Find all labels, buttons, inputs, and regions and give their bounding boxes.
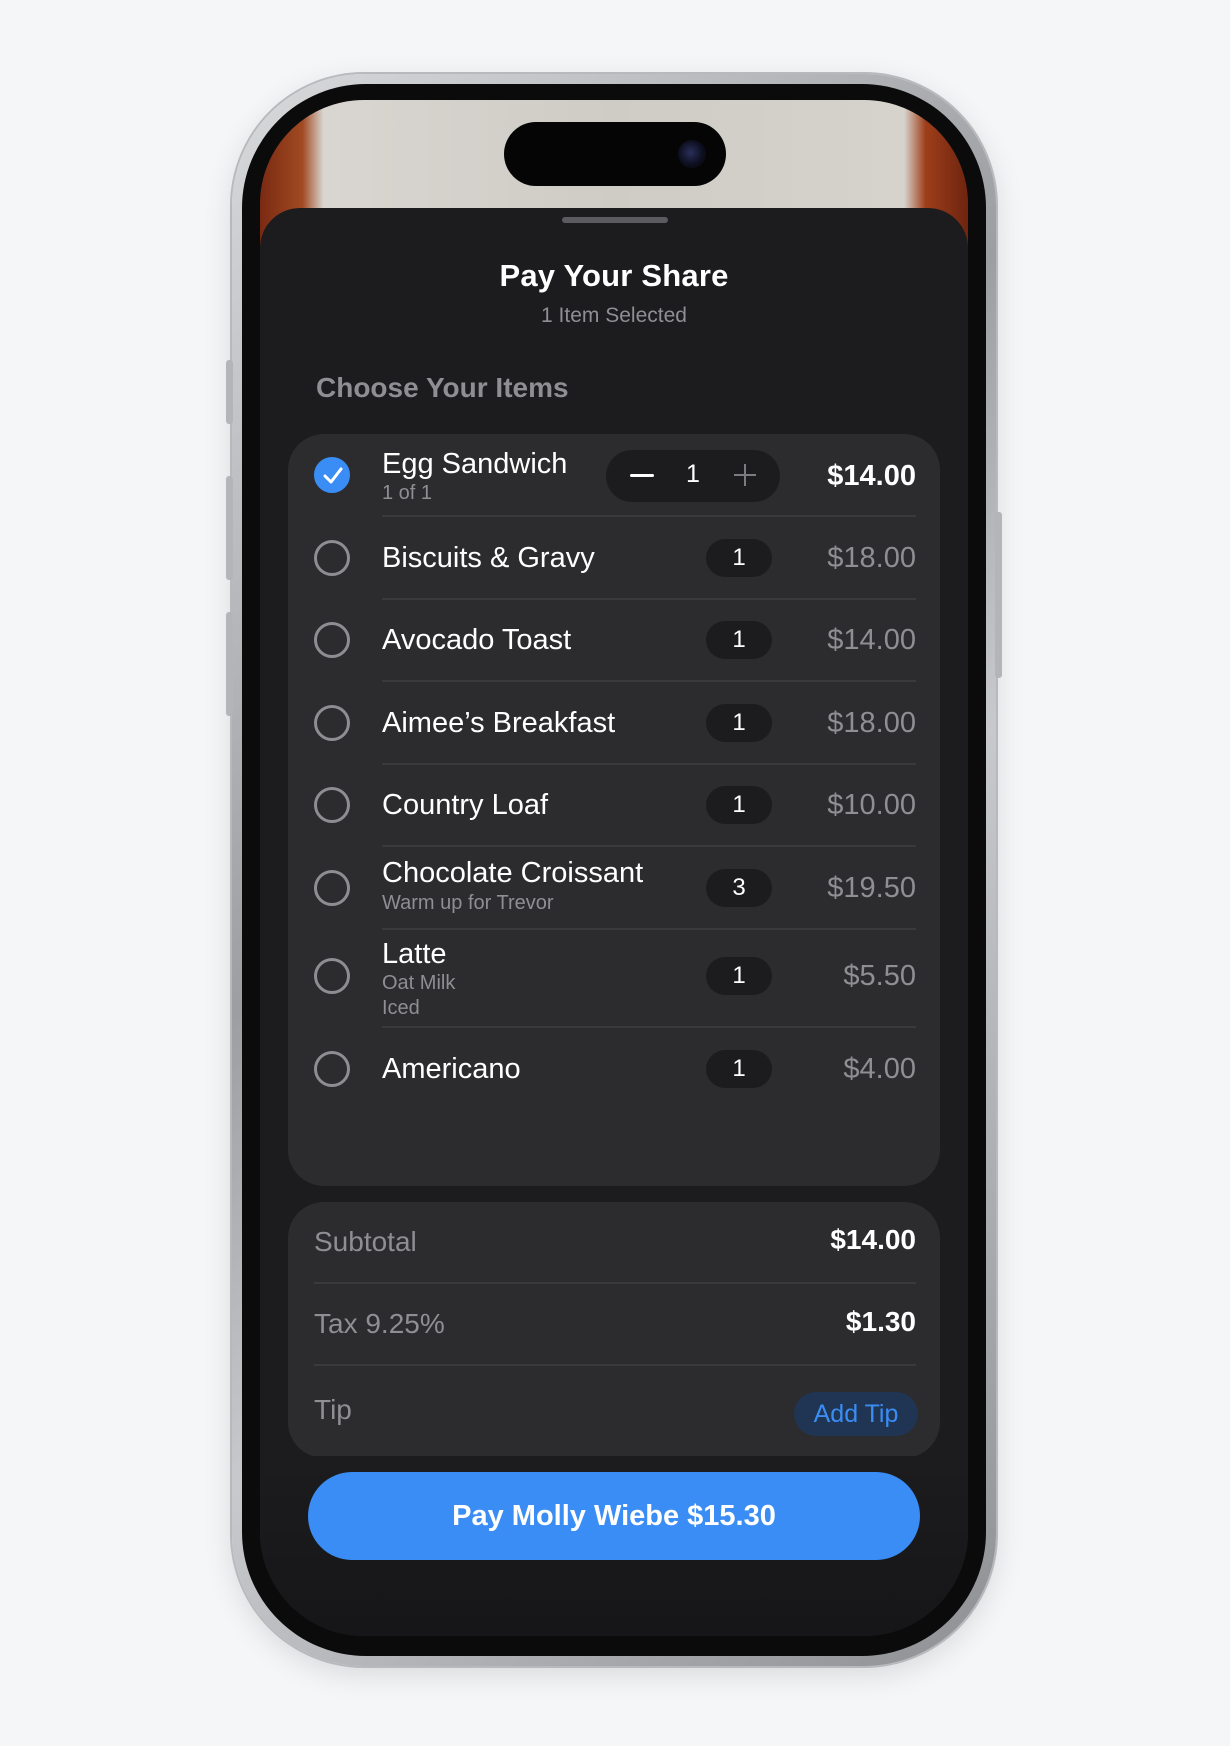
selection-radio[interactable]	[314, 622, 350, 658]
selection-radio[interactable]	[314, 870, 350, 906]
selection-radio[interactable]	[314, 787, 350, 823]
tax-label: Tax 9.25%	[314, 1308, 445, 1339]
camera-icon	[678, 140, 706, 168]
item-note: Iced	[382, 997, 420, 1019]
selection-radio[interactable]	[314, 540, 350, 576]
quantity-badge: 1	[706, 786, 772, 824]
pay-button[interactable]: Pay Molly Wiebe $15.30	[308, 1472, 920, 1560]
item-note: Oat Milk	[382, 972, 456, 994]
list-item[interactable]: Americano 1 $4.00	[288, 1028, 940, 1110]
section-header: Choose Your Items	[316, 372, 569, 403]
item-name: Americano	[382, 1053, 521, 1085]
quantity-badge: 1	[706, 1050, 772, 1088]
item-name: Chocolate Croissant	[382, 857, 644, 889]
list-item[interactable]: Avocado Toast 1 $14.00	[288, 599, 940, 681]
list-item[interactable]: Chocolate Croissant Warm up for Trevor 3…	[288, 847, 940, 929]
phone-screen: Pay Your Share 1 Item Selected Choose Yo…	[260, 100, 968, 1636]
item-price: $14.00	[827, 624, 916, 656]
power-button	[995, 512, 1002, 678]
item-price: $18.00	[827, 542, 916, 574]
summary-divider	[314, 1282, 916, 1284]
checkmark-icon	[323, 467, 343, 484]
item-price: $19.50	[827, 872, 916, 904]
list-item[interactable]: Country Loaf 1 $10.00	[288, 764, 940, 846]
subtotal-label: Subtotal	[314, 1226, 417, 1257]
items-list: Egg Sandwich 1 of 1 1 $14.00 Biscuits & …	[288, 434, 940, 1186]
pay-share-sheet: Pay Your Share 1 Item Selected Choose Yo…	[260, 208, 968, 1636]
item-name: Aimee’s Breakfast	[382, 707, 616, 739]
selection-radio-checked[interactable]	[314, 457, 350, 493]
list-item[interactable]: Aimee’s Breakfast 1 $18.00	[288, 682, 940, 764]
quantity-badge: 1	[706, 539, 772, 577]
list-item[interactable]: Biscuits & Gravy 1 $18.00	[288, 517, 940, 599]
action-button	[226, 360, 233, 424]
minus-icon[interactable]	[630, 474, 654, 477]
sheet-title: Pay Your Share	[499, 258, 729, 293]
sheet-grabber[interactable]	[562, 217, 668, 223]
item-price: $14.00	[827, 460, 916, 492]
quantity-badge: 1	[706, 957, 772, 995]
plus-icon[interactable]	[734, 464, 756, 486]
summary-divider	[314, 1364, 916, 1366]
volume-down-button	[226, 612, 233, 716]
item-name: Country Loaf	[382, 789, 549, 821]
selection-radio[interactable]	[314, 1051, 350, 1087]
dynamic-island	[504, 122, 726, 186]
add-tip-button[interactable]: Add Tip	[794, 1392, 918, 1436]
quantity-value: 1	[686, 460, 700, 488]
item-name: Biscuits & Gravy	[382, 542, 595, 574]
sheet-subtitle: 1 Item Selected	[541, 304, 687, 327]
volume-up-button	[226, 476, 233, 580]
tip-label: Tip	[314, 1394, 352, 1425]
item-price: $5.50	[843, 960, 916, 992]
subtotal-value: $14.00	[830, 1224, 916, 1255]
selection-radio[interactable]	[314, 958, 350, 994]
quantity-badge: 3	[706, 869, 772, 907]
item-note: Warm up for Trevor	[382, 892, 554, 914]
item-name: Egg Sandwich	[382, 448, 568, 480]
item-name: Latte	[382, 938, 447, 970]
item-price: $4.00	[843, 1053, 916, 1085]
list-item[interactable]: Egg Sandwich 1 of 1 1 $14.00	[288, 434, 940, 516]
list-item[interactable]: Latte Oat Milk Iced 1 $5.50	[288, 930, 940, 1030]
quantity-badge: 1	[706, 704, 772, 742]
tax-value: $1.30	[845, 1306, 916, 1337]
quantity-badge: 1	[706, 621, 772, 659]
summary-card: Subtotal $14.00 Tax 9.25% $1.30 Tip Add …	[288, 1202, 940, 1458]
item-name: Avocado Toast	[382, 624, 572, 656]
item-note: 1 of 1	[382, 482, 433, 504]
quantity-stepper[interactable]: 1	[606, 450, 780, 502]
selection-radio[interactable]	[314, 705, 350, 741]
item-price: $18.00	[827, 707, 916, 739]
item-price: $10.00	[827, 789, 916, 821]
